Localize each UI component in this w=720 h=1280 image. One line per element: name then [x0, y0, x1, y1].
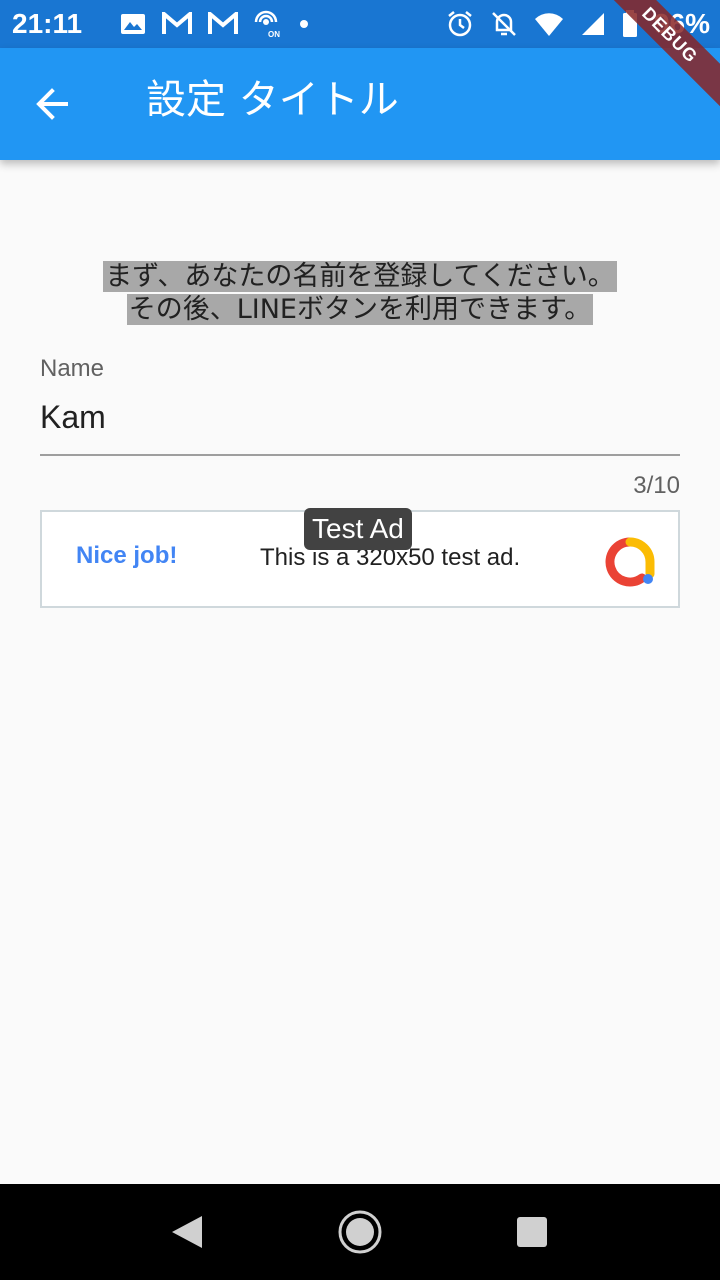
name-char-counter: 3/10 [633, 472, 680, 499]
wifi-icon [534, 13, 563, 36]
intro-message: まず、あなたの名前を登録してください。 その後、LINEボタンを利用できます。 [0, 260, 720, 326]
nav-home-icon [338, 1210, 382, 1254]
alarm-icon [448, 11, 472, 37]
intro-line-2: その後、LINEボタンを利用できます。 [126, 294, 594, 325]
intro-line-1: まず、あなたの名前を登録してください。 [103, 261, 617, 292]
dot-icon [300, 20, 308, 28]
app-bar: 設定 タイトル [0, 48, 720, 160]
name-field-underline [40, 454, 680, 456]
status-time: 21:11 [12, 8, 83, 39]
bell-off-icon [492, 12, 516, 36]
screen: 21:11 ON 96% 設定 タイトル DEBUG まず、あなたの名前を登録し… [0, 0, 720, 1280]
back-button[interactable] [30, 84, 78, 124]
name-field-label: Name [40, 355, 105, 382]
nav-home-button[interactable] [336, 1208, 384, 1256]
status-bar: 21:11 ON 96% [0, 0, 720, 48]
admob-logo-icon [605, 537, 655, 587]
svg-text:ON: ON [268, 30, 280, 38]
nav-back-button[interactable] [164, 1208, 212, 1256]
status-left: 21:11 ON [12, 8, 310, 40]
system-nav-bar [0, 1184, 720, 1280]
signal-icon [581, 13, 604, 35]
nav-back-icon [172, 1216, 202, 1248]
test-ad-badge: Test Ad [304, 508, 412, 550]
arrow-back-icon [36, 88, 68, 120]
gmail-icon [162, 12, 192, 34]
name-field: Name 3/10 [40, 352, 680, 499]
name-input[interactable] [40, 394, 680, 440]
image-icon [121, 14, 145, 34]
ad-headline: Nice job! [76, 542, 178, 569]
nav-recents-button[interactable] [508, 1208, 556, 1256]
gmail-icon [208, 12, 238, 34]
nav-recents-icon [517, 1217, 547, 1247]
hotspot-icon: ON [254, 10, 280, 38]
page-title: 設定 タイトル [146, 77, 399, 123]
